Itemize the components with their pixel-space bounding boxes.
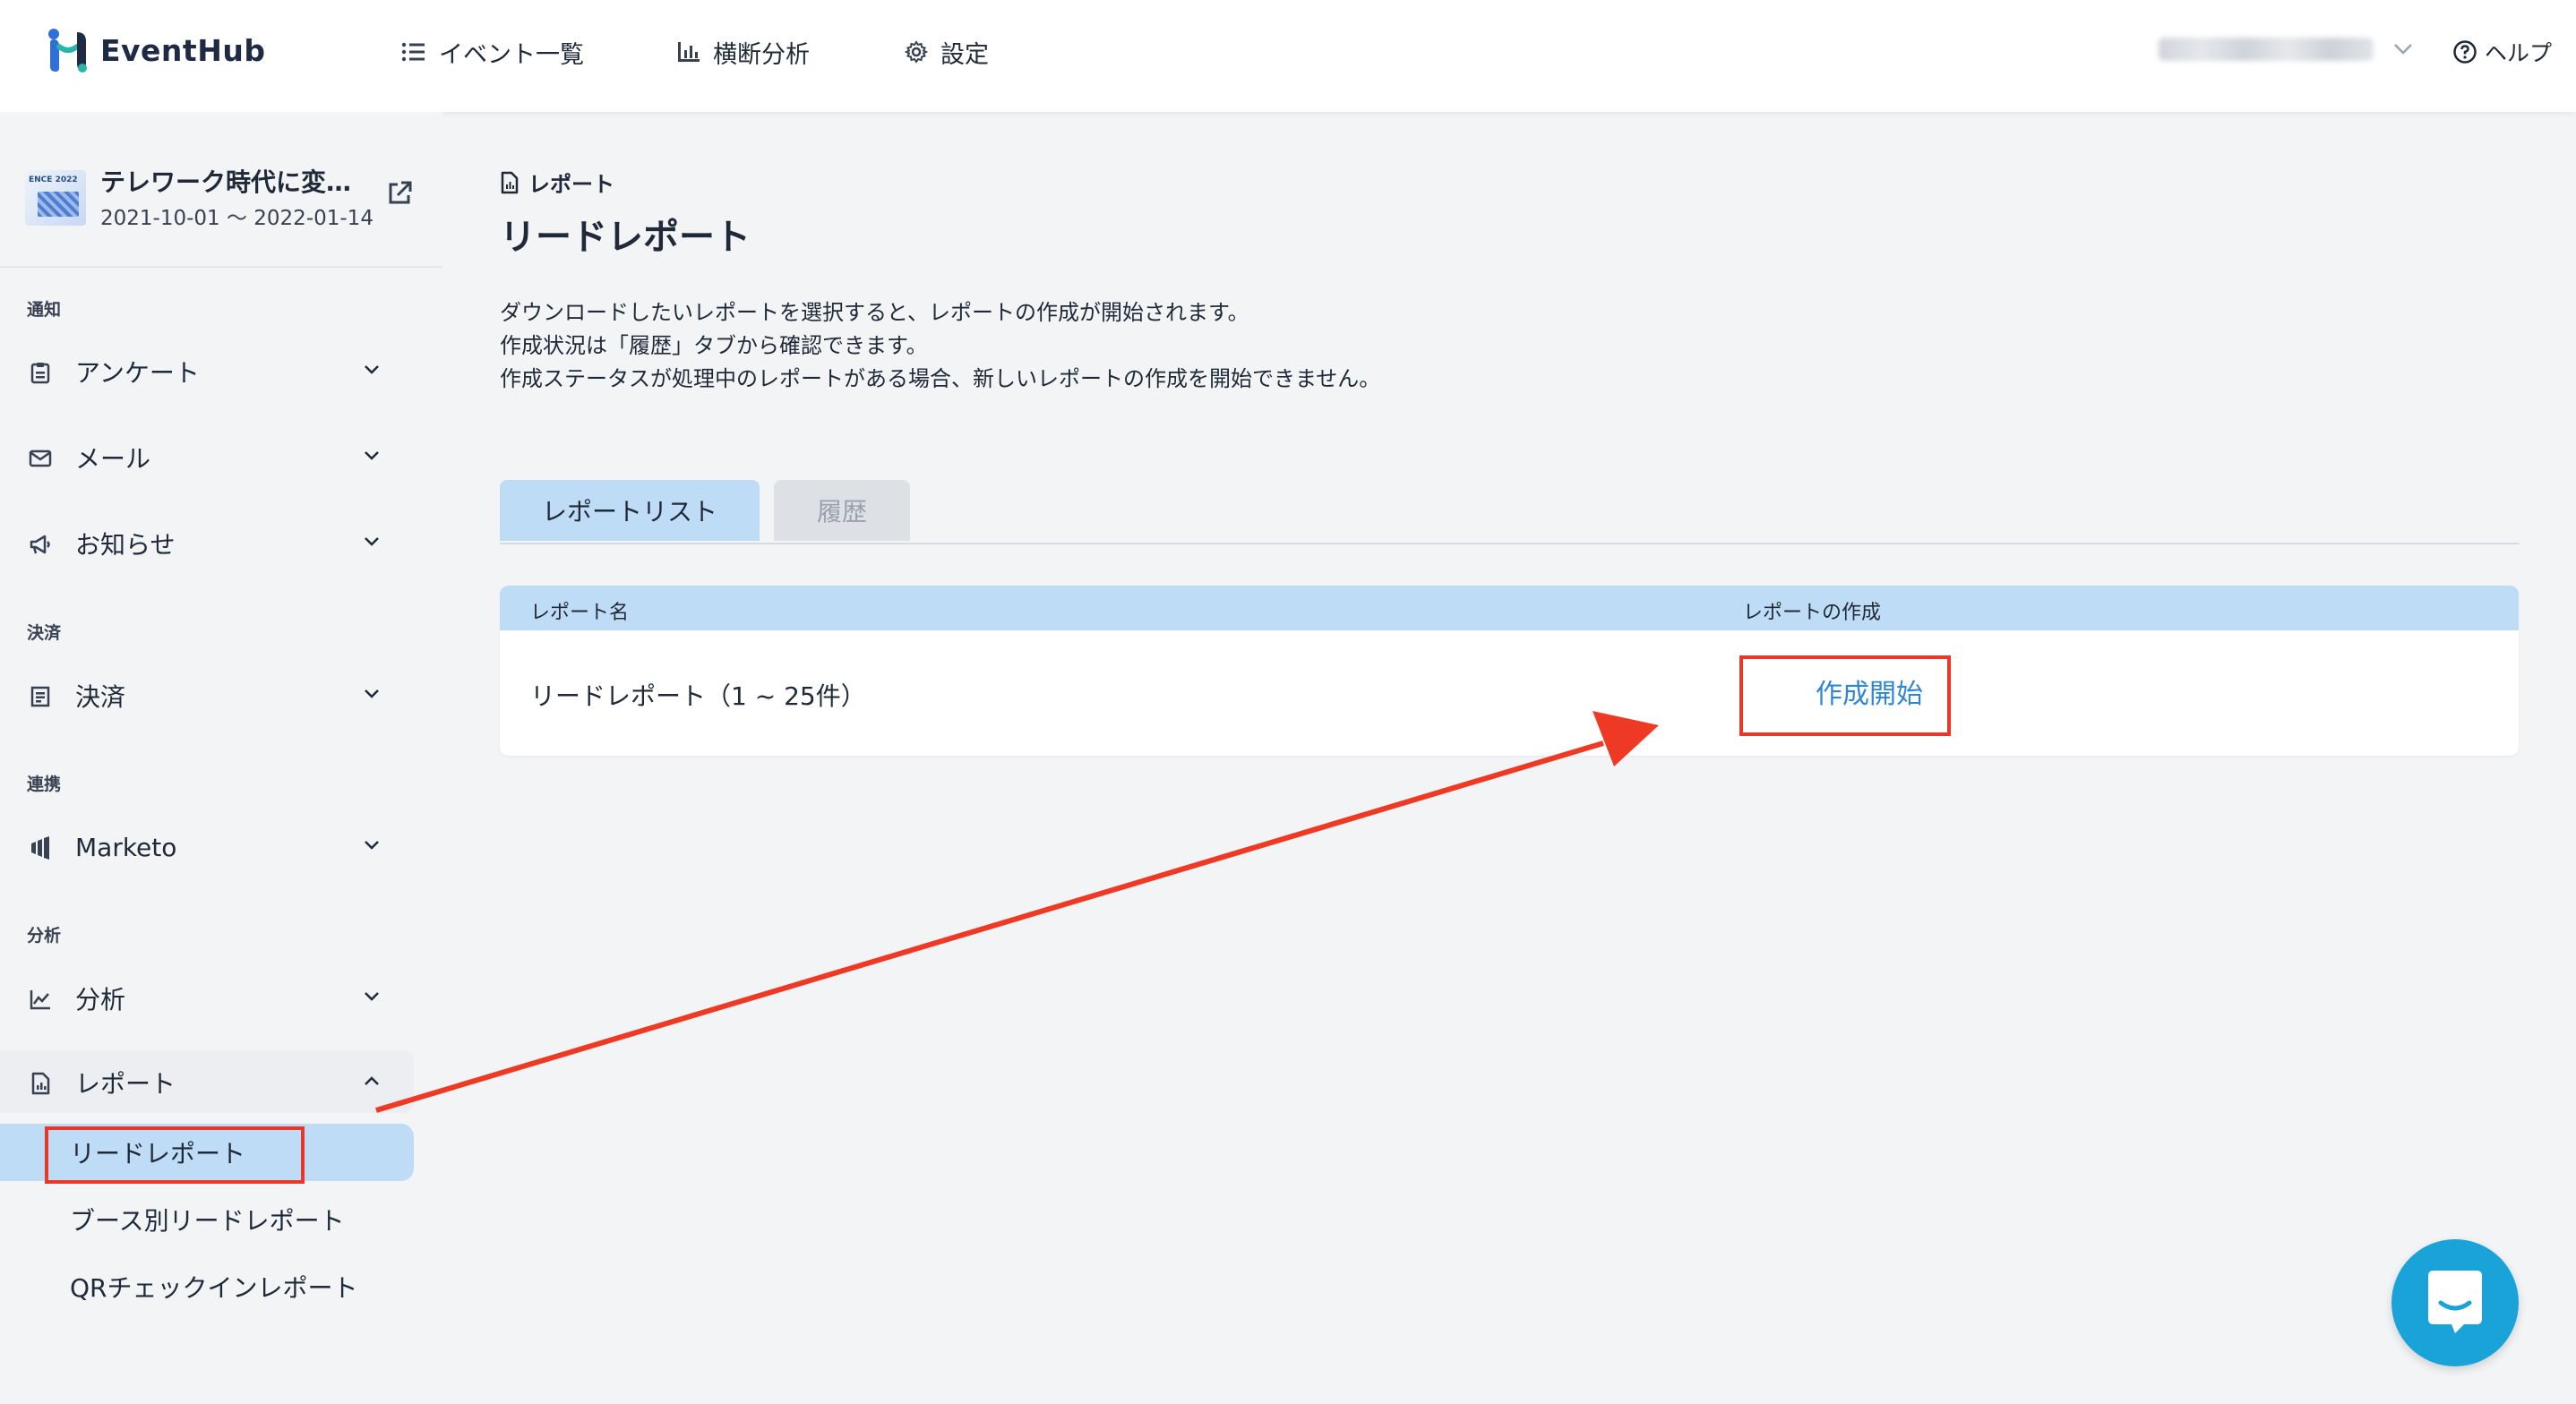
- marketo-icon: [31, 836, 49, 860]
- report-file-icon: [31, 1072, 50, 1095]
- page-title: リードレポート: [500, 217, 751, 258]
- description: ダウンロードしたいレポートを選択すると、レポートの作成が開始されます。 作成状況…: [500, 296, 1380, 396]
- chevron-down-icon: [365, 992, 379, 1001]
- sidebar-subitem-lead-report-label: リードレポート: [70, 1139, 246, 1169]
- chevron-up-icon: [365, 1076, 379, 1085]
- section-payment: 決済: [27, 623, 62, 643]
- top-header: EventHub イベント一覧 横断分析 設定 ヘルプ: [0, 0, 2576, 112]
- user-menu[interactable]: [2159, 38, 2413, 61]
- event-dates: 2021-10-01 ～ 2022-01-14: [100, 207, 374, 230]
- tab-report-list[interactable]: レポートリスト: [500, 480, 760, 541]
- sidebar-item-survey[interactable]: アンケート: [0, 343, 412, 400]
- tab-history[interactable]: 履歴: [774, 480, 910, 541]
- question-circle-icon: [2453, 40, 2477, 64]
- sidebar-item-mail-label: メール: [75, 444, 151, 474]
- event-card: ENCE 2022 テレワーク時代に変… 2021-10-01 ～ 2022-0…: [25, 161, 419, 233]
- receipt-icon: [30, 686, 50, 707]
- line-chart-icon: [30, 990, 50, 1010]
- sidebar-divider: [0, 266, 442, 268]
- list-icon: [401, 42, 425, 62]
- description-line: ダウンロードしたいレポートを選択すると、レポートの作成が開始されます。: [500, 300, 1249, 325]
- chat-bubble-icon: [2428, 1271, 2482, 1333]
- gear-icon: [905, 40, 928, 64]
- megaphone-icon: [30, 535, 50, 554]
- section-analysis: 分析: [27, 926, 62, 946]
- sidebar-subitem-booth-lead-report[interactable]: ブース別リードレポート: [0, 1191, 412, 1248]
- mail-icon: [29, 449, 52, 467]
- start-create-button[interactable]: 作成開始: [1784, 664, 1954, 718]
- description-line: 作成状況は「履歴」タブから確認できます。: [500, 333, 928, 358]
- chevron-down-icon: [2394, 44, 2412, 55]
- external-link-icon[interactable]: [385, 179, 414, 208]
- sidebar-subitem-lead-report[interactable]: リードレポート: [0, 1124, 414, 1181]
- help-label: ヘルプ: [2485, 40, 2553, 66]
- sidebar-subitem-qr-checkin-report-label: QRチェックインレポート: [70, 1273, 358, 1303]
- nav-settings[interactable]: 設定: [905, 34, 989, 70]
- chevron-down-icon: [365, 451, 379, 460]
- table-header: レポート名 レポートの作成: [500, 586, 2519, 630]
- nav-event-list-label: イベント一覧: [439, 40, 584, 69]
- chat-support-button[interactable]: [2391, 1239, 2519, 1366]
- event-thumbnail: ENCE 2022: [25, 170, 86, 226]
- sidebar-item-survey-label: アンケート: [75, 358, 200, 388]
- nav-cross-analysis-label: 横断分析: [713, 40, 810, 69]
- sidebar-item-report-label: レポート: [75, 1069, 176, 1099]
- sidebar-item-mail[interactable]: メール: [0, 429, 412, 486]
- sidebar-item-news-label: お知らせ: [75, 530, 176, 560]
- sidebar-item-payment[interactable]: 決済: [0, 667, 412, 724]
- report-file-icon: [501, 171, 519, 193]
- eventhub-logo[interactable]: EventHub: [47, 27, 265, 73]
- sidebar: ENCE 2022 テレワーク時代に変… 2021-10-01 ～ 2022-0…: [0, 112, 442, 1404]
- description-line: 作成ステータスが処理中のレポートがある場合、新しいレポートの作成を開始できません…: [500, 366, 1381, 391]
- chevron-down-icon: [365, 365, 379, 374]
- sidebar-subitem-qr-checkin-report[interactable]: QRチェックインレポート: [0, 1258, 412, 1315]
- blurred-username: [2159, 38, 2374, 61]
- nav-cross-analysis[interactable]: 横断分析: [677, 34, 810, 70]
- sidebar-subitem-booth-lead-report-label: ブース別リードレポート: [70, 1206, 345, 1236]
- sidebar-item-payment-label: 決済: [75, 682, 126, 712]
- logo-mark-icon: [48, 29, 87, 73]
- help-link[interactable]: ヘルプ: [2452, 36, 2552, 68]
- sidebar-item-report[interactable]: レポート: [0, 1054, 412, 1111]
- event-title: テレワーク時代に変…: [100, 167, 352, 197]
- bar-chart-icon: [678, 42, 700, 62]
- report-tabs: レポートリスト 履歴: [500, 480, 2519, 544]
- event-thumbnail-text: ENCE 2022: [29, 176, 78, 184]
- sidebar-item-marketo-label: Marketo: [75, 832, 177, 862]
- sidebar-item-analysis[interactable]: 分析: [0, 970, 412, 1027]
- sidebar-item-analysis-label: 分析: [75, 985, 126, 1014]
- section-notify: 通知: [27, 300, 62, 320]
- nav-settings-label: 設定: [940, 40, 989, 69]
- brand-name: EventHub: [100, 32, 266, 68]
- breadcrumb: レポート: [500, 167, 614, 198]
- clipboard-icon: [30, 363, 50, 384]
- breadcrumb-label: レポート: [528, 172, 614, 197]
- sidebar-item-marketo[interactable]: Marketo: [0, 818, 412, 876]
- chevron-down-icon: [365, 537, 379, 546]
- column-header-report-name: レポート名: [530, 602, 630, 624]
- chevron-down-icon: [365, 689, 379, 698]
- chevron-down-icon: [365, 841, 379, 850]
- nav-event-list[interactable]: イベント一覧: [401, 34, 584, 70]
- section-integration: 連携: [27, 775, 62, 794]
- sidebar-item-news[interactable]: お知らせ: [0, 515, 412, 572]
- report-name-cell: リードレポート（1 ~ 25件）: [530, 681, 866, 711]
- table-row: リードレポート（1 ~ 25件） 作成開始: [500, 630, 2519, 756]
- report-table: レポート名 レポートの作成 リードレポート（1 ~ 25件） 作成開始: [500, 586, 2519, 756]
- column-header-create: レポートの作成: [1743, 602, 1882, 624]
